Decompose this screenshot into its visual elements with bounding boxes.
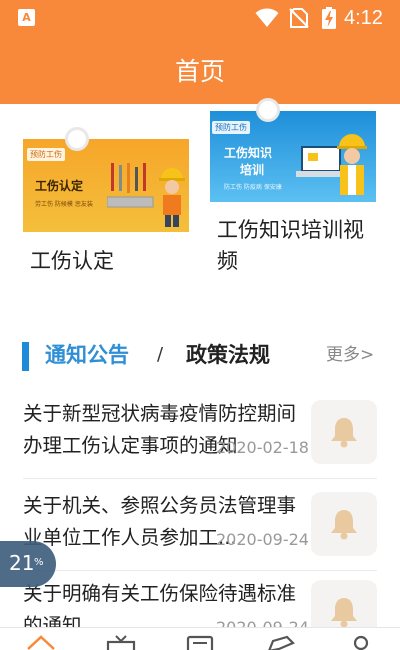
status-bar: A 4:12 <box>0 0 400 36</box>
badge-value: 21 <box>9 551 35 575</box>
divider <box>23 570 377 571</box>
news-date: 2020-02-18 <box>216 438 309 457</box>
news-thumbnail <box>311 400 377 464</box>
bell-icon <box>331 418 357 448</box>
news-date: 2020-09-24 <box>216 530 309 549</box>
tab-separator: / <box>157 344 164 365</box>
tab-notices[interactable]: 通知公告 <box>45 339 129 369</box>
user-icon[interactable] <box>349 635 373 650</box>
tools-illustration <box>107 163 154 208</box>
banner-image-work-injury: 预防工伤 工伤认定 劳工伤 防候模 惩友装 <box>23 139 189 232</box>
card-notch <box>65 127 89 151</box>
tab-indicator <box>22 342 29 371</box>
wifi-icon <box>255 8 279 27</box>
status-time: 4:12 <box>344 7 383 29</box>
bottom-nav <box>0 627 400 650</box>
bell-icon <box>331 598 357 628</box>
banner-subtitle: 防工伤 防疫病 保安康 <box>224 184 282 191</box>
floating-progress-badge[interactable]: 21 % <box>0 541 56 587</box>
no-sim-icon <box>289 8 309 28</box>
card-label: 工伤认定 <box>30 249 114 273</box>
app-icon: A <box>18 9 35 26</box>
battery-charging-icon <box>322 7 336 29</box>
title-bar: 首页 <box>0 36 400 104</box>
tv-icon[interactable] <box>106 635 136 650</box>
worker-illustration <box>337 134 367 195</box>
banner-tag: 预防工伤 <box>212 121 250 134</box>
badge-unit: % <box>34 557 44 568</box>
document-icon[interactable] <box>185 635 215 650</box>
news-thumbnail <box>311 492 377 556</box>
banner-image-training: 预防工伤 工伤知识 培训 防工伤 防疫病 保安康 <box>210 111 376 202</box>
tab-policies[interactable]: 政策法规 <box>186 339 270 369</box>
list-item[interactable]: 关于新型冠状病毒疫情防控期间办理工伤认定事项的通知 2020-02-18 <box>0 398 400 484</box>
edit-icon[interactable] <box>265 635 297 650</box>
home-icon[interactable] <box>26 635 56 650</box>
banner-subtitle: 劳工伤 防候模 惩友装 <box>35 201 93 208</box>
banner-headline: 工伤认定 <box>35 179 84 193</box>
banner-headline-line2: 培训 <box>240 163 265 177</box>
more-link[interactable]: 更多> <box>326 340 374 365</box>
card-notch <box>256 98 280 122</box>
worker-illustration <box>159 168 185 227</box>
bell-icon <box>331 510 357 540</box>
divider <box>23 478 377 479</box>
banner-headline-line1: 工伤知识 <box>224 146 273 160</box>
card-label: 工伤知识培训视频 <box>217 218 364 273</box>
banner-tag: 预防工伤 <box>27 148 65 161</box>
list-item[interactable]: 关于机关、参照公务员法管理事业单位工作人员参加工... 2020-09-24 <box>0 490 400 576</box>
page-title: 首页 <box>174 57 225 86</box>
